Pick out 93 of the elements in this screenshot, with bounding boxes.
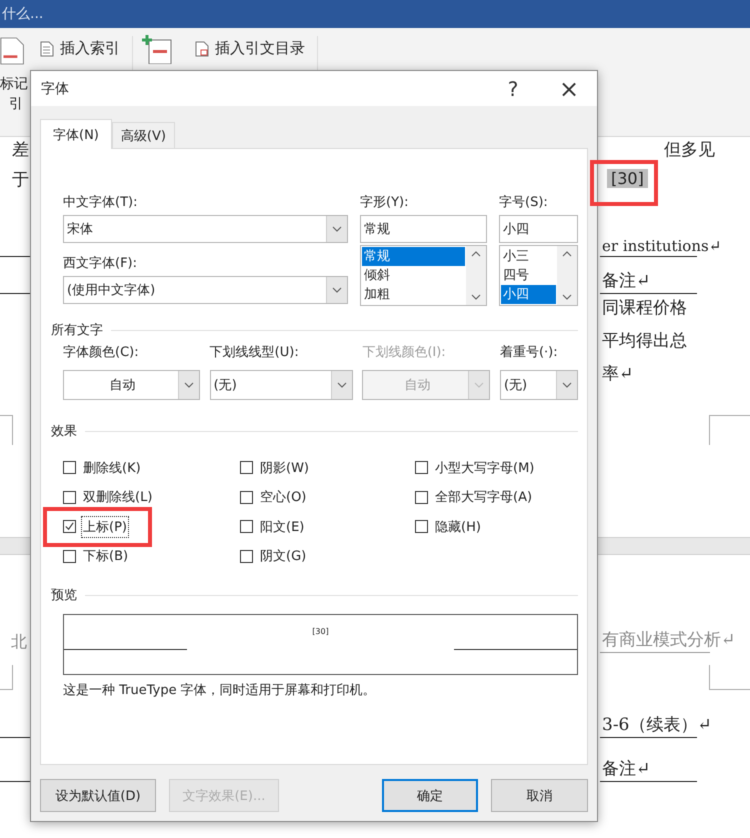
checkbox-label[interactable]: 下标(B): [82, 546, 130, 566]
document-text: 但多见: [664, 138, 715, 160]
document-text: 于: [12, 168, 29, 190]
document-text: 差: [12, 138, 29, 160]
checkbox-label[interactable]: 上标(P): [82, 516, 128, 537]
checkbox[interactable]: [63, 461, 76, 474]
dialog-button[interactable]: 设为默认值(D): [40, 779, 156, 812]
ribbon-item[interactable]: 插入引文目录: [195, 36, 313, 61]
chevron-down-icon: [474, 382, 484, 388]
field-label: 字体颜色(C):: [63, 344, 140, 362]
chevron-down-icon: [332, 226, 342, 232]
ribbon-button-label[interactable]: 标记: [0, 74, 28, 94]
list-item[interactable]: 小四: [501, 285, 556, 304]
document-text: er institutions↵: [602, 237, 722, 255]
dialog-button[interactable]: 取消: [491, 779, 588, 812]
list-box[interactable]: 小三 四号 小四: [499, 245, 578, 306]
checkbox-label[interactable]: 空心(O): [259, 487, 308, 508]
checkbox[interactable]: [415, 490, 428, 504]
tab[interactable]: 高级(V): [112, 122, 175, 148]
header-text: 北: [11, 632, 27, 653]
checkbox[interactable]: [63, 550, 76, 563]
citation-text: [30]: [607, 169, 648, 188]
chevron-down-icon[interactable]: [562, 294, 572, 300]
checkbox-label[interactable]: 阴文(G): [259, 546, 308, 566]
list-item[interactable]: 加粗: [362, 285, 465, 304]
header-text: 有商业模式分析↵: [602, 629, 736, 651]
search-hint[interactable]: 什么...: [2, 5, 44, 23]
checkbox-label[interactable]: 小型大写字母(M): [434, 458, 536, 478]
checkbox[interactable]: [240, 490, 253, 504]
page-corner-mark: [709, 665, 750, 690]
checkbox[interactable]: [240, 461, 253, 474]
document-text: 3-6（续表）↵: [602, 714, 712, 736]
ribbon-button-label[interactable]: 引: [9, 94, 23, 114]
page-corner-mark: [709, 415, 750, 445]
font-dropdown[interactable]: 宋体: [63, 215, 348, 243]
font-note: 这是一种 TrueType 字体，同时适用于屏幕和打印机。: [63, 682, 377, 700]
section-heading: 效果: [51, 423, 77, 440]
checkbox[interactable]: [63, 520, 76, 534]
checkbox-label[interactable]: 隐藏(H): [434, 516, 482, 537]
list-item[interactable]: 四号: [501, 266, 556, 285]
annotation-frame: [590, 160, 658, 206]
field-label: 中文字体(T):: [63, 194, 138, 212]
document-text: 备注↵: [602, 270, 650, 292]
input-field[interactable]: 小四: [499, 215, 578, 243]
dropdown[interactable]: (无): [210, 370, 353, 400]
checkbox[interactable]: [415, 520, 428, 534]
page-corner-mark: [0, 415, 13, 445]
chevron-up-icon[interactable]: [471, 251, 481, 257]
close-button[interactable]: ×: [541, 71, 597, 106]
field-label: 字号(S):: [499, 194, 549, 212]
document-text: 平均得出总: [602, 330, 687, 352]
field-label: 下划线线型(U):: [210, 344, 300, 362]
checkbox-label[interactable]: 删除线(K): [82, 458, 142, 478]
checkbox-label[interactable]: 双删除线(L): [82, 487, 154, 508]
checkbox-label[interactable]: 阳文(E): [259, 516, 306, 537]
ribbon-item[interactable]: 插入索引: [40, 36, 128, 61]
dialog-title: 字体: [41, 80, 69, 98]
checkbox[interactable]: [63, 490, 76, 504]
document-text: 同课程价格: [602, 297, 687, 319]
document-text: 率↵: [602, 363, 634, 385]
chevron-up-icon[interactable]: [562, 251, 572, 257]
dropdown[interactable]: 自动: [63, 370, 200, 400]
help-button[interactable]: ?: [485, 71, 541, 106]
font-dropdown[interactable]: (使用中文字体): [63, 276, 348, 304]
chevron-down-icon: [184, 382, 194, 388]
list-item[interactable]: 倾斜: [362, 266, 465, 285]
field-label: 下划线颜色(I):: [362, 344, 447, 362]
chevron-down-icon: [336, 382, 347, 388]
document-icon: [40, 40, 54, 56]
list-box[interactable]: 常规 倾斜 加粗: [360, 245, 487, 306]
chevron-down-icon[interactable]: [471, 294, 481, 300]
list-item[interactable]: 小三: [501, 247, 556, 266]
section-heading: 预览: [51, 587, 77, 604]
field-label: 字形(Y):: [360, 194, 410, 212]
checkbox-label[interactable]: 阴影(W): [259, 458, 310, 478]
field-label: 西文字体(F):: [63, 255, 138, 273]
checkbox[interactable]: [240, 520, 253, 534]
section-heading: 所有文字: [51, 322, 103, 339]
chevron-down-icon: [332, 287, 342, 293]
preview-text: [30]: [311, 627, 330, 636]
checkbox[interactable]: [415, 461, 428, 474]
list-item[interactable]: 常规: [362, 247, 465, 266]
checkbox[interactable]: [240, 550, 253, 563]
tab[interactable]: 字体(N): [40, 119, 112, 149]
document-text: 备注↵: [602, 758, 650, 780]
field-label: 着重号(·):: [500, 344, 559, 362]
dropdown[interactable]: (无): [500, 370, 578, 400]
document-icon: [195, 40, 209, 56]
page-corner-mark: [0, 665, 13, 690]
checkbox-label[interactable]: 全部大写字母(A): [434, 487, 534, 508]
input-field[interactable]: 常规: [360, 215, 487, 243]
dialog-button[interactable]: 确定: [382, 779, 478, 812]
chevron-down-icon: [562, 382, 572, 388]
